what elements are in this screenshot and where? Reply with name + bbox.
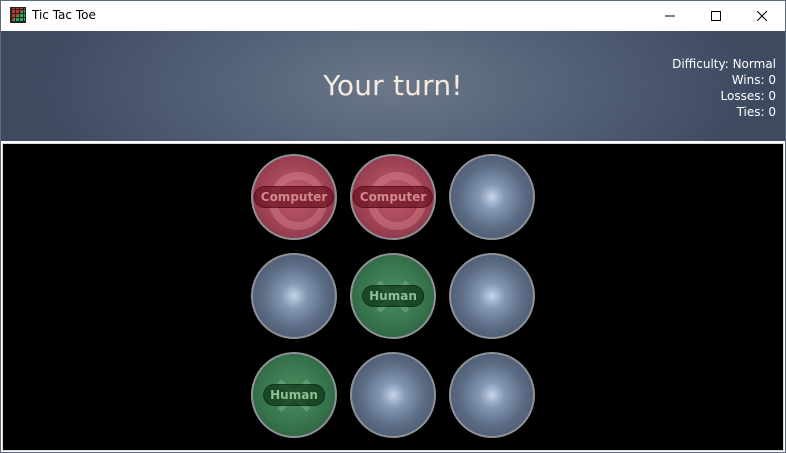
status-header: Your turn! Difficulty: Normal Wins: 0 Lo…: [1, 31, 785, 141]
board-cell-2-2[interactable]: ✕Human: [350, 253, 436, 339]
board-cell-3-1[interactable]: ✕Human: [251, 352, 337, 438]
losses-label: Losses: 0: [720, 89, 776, 103]
app-icon: [10, 7, 26, 23]
close-button[interactable]: [739, 1, 785, 31]
board-cell-2-1[interactable]: [251, 253, 337, 339]
board-cell-1-3[interactable]: [449, 154, 535, 240]
window-title: Tic Tac Toe: [32, 8, 96, 22]
board-cell-3-3[interactable]: [449, 352, 535, 438]
minimize-icon: [665, 15, 675, 17]
cell-owner-label: Human: [263, 384, 325, 406]
cell-owner-label: Computer: [352, 186, 434, 208]
ties-label: Ties: 0: [736, 105, 776, 119]
score-stats: Difficulty: Normal Wins: 0 Losses: 0 Tie…: [672, 56, 776, 120]
maximize-icon: [711, 11, 721, 21]
close-icon: [757, 11, 767, 21]
turn-message: Your turn!: [323, 69, 463, 102]
app-window: Tic Tac Toe Your turn! Difficulty: Norma…: [0, 0, 786, 453]
board-cell-2-3[interactable]: [449, 253, 535, 339]
board-cell-1-1[interactable]: Computer: [251, 154, 337, 240]
board-cell-3-2[interactable]: [350, 352, 436, 438]
wins-label: Wins: 0: [731, 73, 776, 87]
title-bar[interactable]: Tic Tac Toe: [1, 1, 785, 31]
game-board: Computer Computer ✕Human✕Human: [2, 143, 784, 451]
cell-owner-label: Human: [362, 285, 424, 307]
minimize-button[interactable]: [647, 1, 693, 31]
cell-owner-label: Computer: [253, 186, 335, 208]
difficulty-label: Difficulty: Normal: [672, 57, 776, 71]
board-cell-1-2[interactable]: Computer: [350, 154, 436, 240]
maximize-button[interactable]: [693, 1, 739, 31]
